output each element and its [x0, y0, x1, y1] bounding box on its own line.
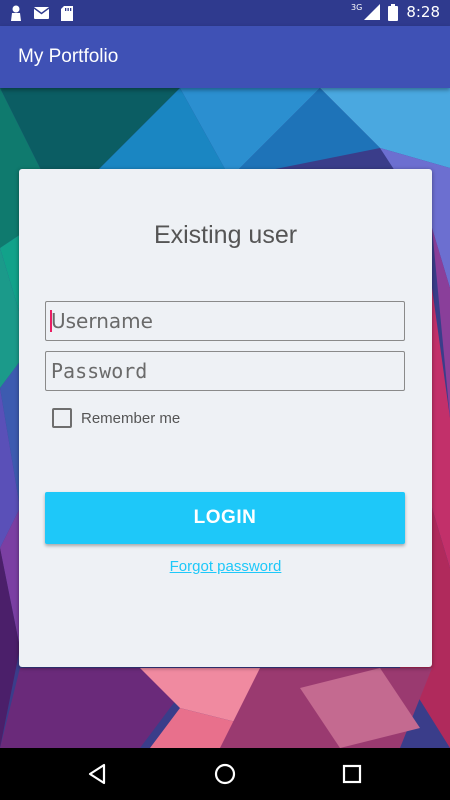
- card-title: Existing user: [153, 221, 298, 249]
- status-bar: 3G 8:28: [0, 0, 450, 26]
- status-left-icons: [10, 5, 73, 21]
- mail-icon: [34, 7, 49, 19]
- remember-me-checkbox[interactable]: [52, 408, 72, 428]
- back-icon[interactable]: [86, 762, 110, 786]
- login-card: Existing user Remember me LOGIN Forgot p…: [19, 169, 432, 667]
- sd-card-icon: [61, 5, 73, 21]
- person-icon: [11, 5, 21, 21]
- status-time: 8:28: [406, 3, 440, 21]
- network-type: 3G: [351, 2, 363, 12]
- remember-me-row[interactable]: Remember me: [52, 408, 180, 428]
- signal-icon: [364, 4, 381, 20]
- navigation-bar: [0, 748, 450, 800]
- recents-icon[interactable]: [340, 762, 364, 786]
- home-icon[interactable]: [213, 762, 237, 786]
- battery-icon: [388, 3, 399, 21]
- password-input[interactable]: [45, 351, 405, 391]
- forgot-password-link[interactable]: Forgot password: [19, 558, 432, 575]
- username-input[interactable]: [45, 301, 405, 341]
- remember-me-label: Remember me: [81, 409, 181, 427]
- text-cursor: [50, 310, 52, 332]
- status-right-icons: 3G 8:28: [351, 2, 440, 22]
- app-bar: My Portfolio: [0, 26, 450, 88]
- login-button[interactable]: LOGIN: [45, 492, 405, 544]
- app-title: My Portfolio: [18, 46, 119, 67]
